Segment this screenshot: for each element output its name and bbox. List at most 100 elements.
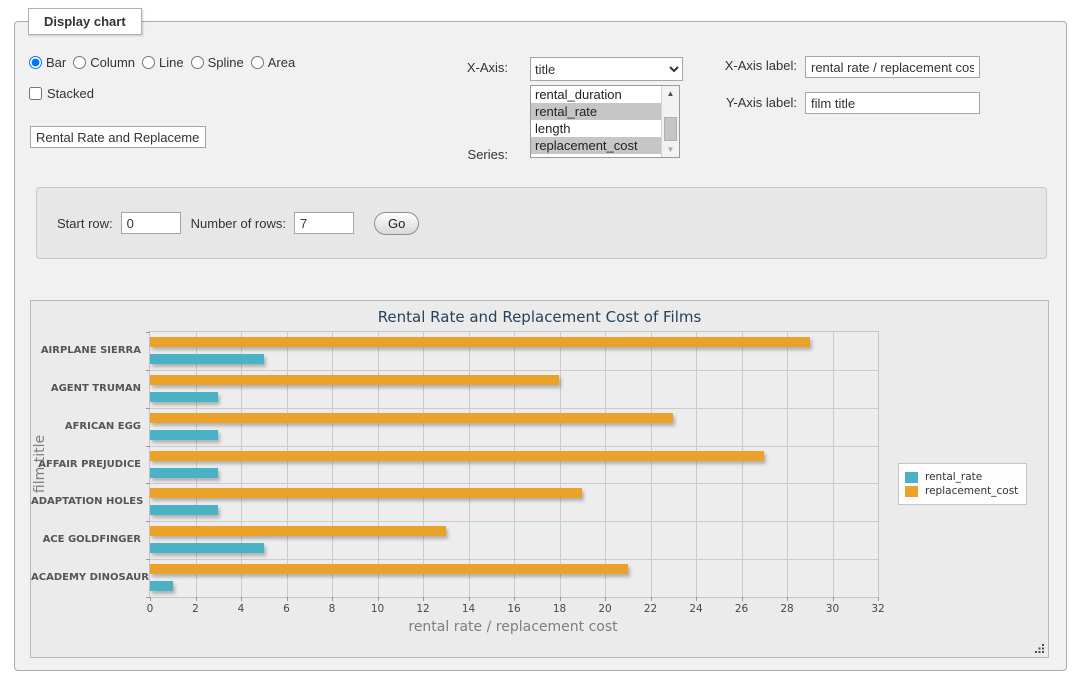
chart-type-radio-line[interactable]: Line	[142, 55, 184, 70]
x-axis-label-input[interactable]	[805, 56, 980, 78]
x-tick-label: 4	[226, 603, 256, 615]
gridline	[742, 332, 743, 597]
bar-rental_rate	[150, 505, 218, 515]
gridline	[423, 332, 424, 597]
y-tick-mark	[146, 597, 150, 598]
x-tick-mark	[696, 597, 697, 601]
chart-type-radio-column[interactable]: Column	[73, 55, 135, 70]
x-tick-label: 6	[272, 603, 302, 615]
x-tick-label: 16	[499, 603, 529, 615]
x-tick-label: 28	[772, 603, 802, 615]
x-tick-mark	[469, 597, 470, 601]
category-label: AIRPLANE SIERRA	[31, 345, 141, 356]
chart-type-radio-label: Bar	[46, 55, 66, 70]
x-tick-label: 30	[818, 603, 848, 615]
chart-type-radio-area[interactable]: Area	[251, 55, 295, 70]
gridline	[378, 332, 379, 597]
series-option-replacement_cost[interactable]: replacement_cost	[531, 137, 662, 154]
series-option-rental_rate[interactable]: rental_rate	[531, 103, 662, 120]
gridline	[651, 332, 652, 597]
x-tick-mark	[742, 597, 743, 601]
x-tick-label: 26	[727, 603, 757, 615]
x-axis-select-label: X-Axis:	[398, 60, 508, 75]
bar-rental_rate	[150, 581, 173, 591]
chart-type-radio-spline[interactable]: Spline	[191, 55, 244, 70]
row-range-panel: Start row: Number of rows: Go	[36, 187, 1047, 259]
chart-type-radio-label: Area	[268, 55, 295, 70]
chart-legend: rental_rate replacement_cost	[898, 463, 1027, 505]
scrollbar-thumb[interactable]	[664, 117, 677, 141]
y-tick-mark	[146, 521, 150, 522]
gridline	[150, 483, 878, 484]
gridline	[241, 332, 242, 597]
x-tick-mark	[833, 597, 834, 601]
series-option-rental_duration[interactable]: rental_duration	[531, 86, 662, 103]
start-row-input[interactable]	[121, 212, 181, 234]
y-axis-title: film title	[32, 409, 48, 519]
chart-type-radio-input-bar[interactable]	[29, 56, 42, 69]
chart-type-radio-bar[interactable]: Bar	[29, 55, 66, 70]
scrollbar-down-icon[interactable]: ▼	[662, 142, 679, 157]
gridline	[514, 332, 515, 597]
x-tick-label: 12	[408, 603, 438, 615]
y-tick-mark	[146, 370, 150, 371]
start-row-label: Start row:	[57, 216, 113, 231]
x-tick-label: 20	[590, 603, 620, 615]
gridline	[560, 332, 561, 597]
legend-swatch-icon	[905, 486, 918, 497]
go-button[interactable]: Go	[374, 212, 419, 235]
chart-type-radio-input-spline[interactable]	[191, 56, 204, 69]
chart-type-radio-label: Line	[159, 55, 184, 70]
legend-item: rental_rate	[905, 471, 1018, 483]
bar-replacement_cost	[150, 337, 810, 347]
bar-rental_rate	[150, 392, 218, 402]
x-tick-mark	[378, 597, 379, 601]
chart-title-input[interactable]	[30, 126, 206, 148]
chart-type-radio-input-column[interactable]	[73, 56, 86, 69]
x-tick-mark	[560, 597, 561, 601]
y-tick-mark	[146, 559, 150, 560]
gridline	[150, 408, 878, 409]
num-rows-input[interactable]	[294, 212, 354, 234]
x-tick-mark	[878, 597, 879, 601]
bar-replacement_cost	[150, 488, 582, 498]
x-tick-label: 24	[681, 603, 711, 615]
y-axis-label-input[interactable]	[805, 92, 980, 114]
x-axis-label-caption: X-Axis label:	[687, 58, 797, 73]
x-tick-mark	[287, 597, 288, 601]
gridline	[696, 332, 697, 597]
bar-replacement_cost	[150, 564, 628, 574]
legend-swatch-icon	[905, 472, 918, 483]
scrollbar-up-icon[interactable]: ▲	[662, 86, 679, 101]
series-list-scrollbar[interactable]: ▲ ▼	[661, 86, 679, 157]
x-tick-label: 10	[363, 603, 393, 615]
gridline	[469, 332, 470, 597]
x-axis-select[interactable]: title	[530, 57, 683, 81]
gridline	[287, 332, 288, 597]
bar-replacement_cost	[150, 451, 764, 461]
x-tick-label: 14	[454, 603, 484, 615]
y-tick-mark	[146, 332, 150, 333]
chart-type-radio-label: Spline	[208, 55, 244, 70]
x-tick-label: 2	[181, 603, 211, 615]
chart-type-radio-label: Column	[90, 55, 135, 70]
series-listbox[interactable]: rental_durationrental_ratelengthreplacem…	[530, 85, 680, 158]
legend-label: replacement_cost	[925, 485, 1018, 497]
bar-replacement_cost	[150, 375, 559, 385]
x-tick-mark	[651, 597, 652, 601]
stacked-label: Stacked	[47, 86, 94, 101]
page: Display chart BarColumnLineSplineArea St…	[0, 0, 1081, 681]
gridline	[150, 446, 878, 447]
chart-type-radio-input-area[interactable]	[251, 56, 264, 69]
resize-grip-icon[interactable]	[1035, 644, 1045, 654]
gridline	[150, 521, 878, 522]
x-tick-label: 22	[636, 603, 666, 615]
x-tick-mark	[150, 597, 151, 601]
series-option-length[interactable]: length	[531, 120, 662, 137]
stacked-checkbox-row[interactable]: Stacked	[29, 86, 94, 101]
stacked-checkbox[interactable]	[29, 87, 42, 100]
gridline	[605, 332, 606, 597]
chart-type-radio-input-line[interactable]	[142, 56, 155, 69]
gridline	[332, 332, 333, 597]
category-label: ACADEMY DINOSAUR	[31, 572, 141, 583]
